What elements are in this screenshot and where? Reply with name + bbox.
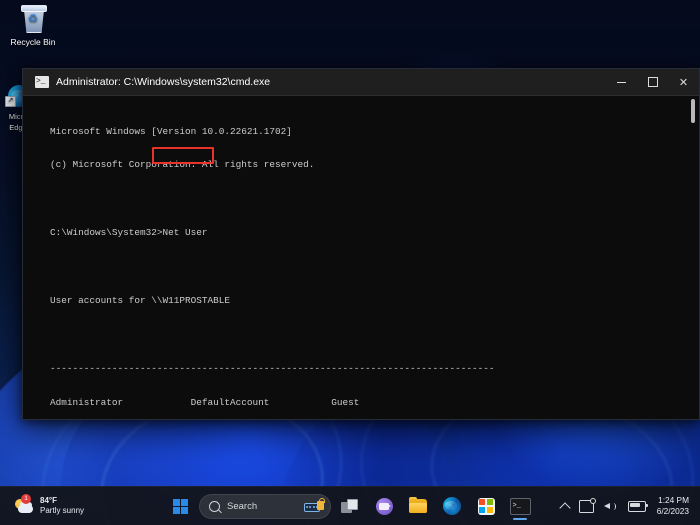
taskbar-app-chat[interactable] (369, 491, 399, 521)
windows-logo-icon (172, 498, 188, 514)
password-lock-icon (304, 497, 325, 512)
maximize-button[interactable] (637, 69, 668, 95)
clock-date: 6/2/2023 (656, 506, 689, 516)
console-line-separator: ----------------------------------------… (50, 362, 495, 374)
taskbar: 1 84°F Partly sunny Search >_ 1:24 PM 6/… (0, 486, 700, 525)
search-icon (209, 500, 220, 512)
clock-time: 1:24 PM (658, 495, 689, 505)
system-tray: 1:24 PM 6/2/2023 (556, 492, 700, 520)
folder-icon (409, 497, 427, 513)
taskbar-app-file-explorer[interactable] (403, 491, 433, 521)
close-button[interactable]: ✕ (668, 69, 699, 95)
battery-icon (627, 500, 648, 512)
taskbar-app-task-view[interactable] (335, 491, 365, 521)
minimize-button[interactable] (606, 69, 637, 95)
console-line-command: C:\Windows\System32>Net User (50, 227, 208, 239)
console-line: (c) Microsoft Corporation. All rights re… (50, 159, 315, 171)
desktop-icon-recycle-bin[interactable]: ♻ Recycle Bin (2, 4, 64, 48)
taskbar-search-box[interactable]: Search (199, 493, 331, 519)
console-line: User accounts for \\W11PROSTABLE (50, 295, 231, 307)
task-view-icon (341, 498, 359, 514)
window-title: Administrator: C:\Windows\system32\cmd.e… (56, 76, 271, 88)
teams-chat-icon (375, 497, 393, 515)
command-prompt-window: Administrator: C:\Windows\system32\cmd.e… (22, 68, 700, 420)
window-controls: ✕ (606, 69, 699, 95)
volume-icon (603, 501, 618, 512)
taskbar-app-edge[interactable] (437, 491, 467, 521)
chevron-up-icon (559, 501, 571, 514)
microsoft-store-icon (477, 497, 495, 515)
window-title-bar[interactable]: Administrator: C:\Windows\system32\cmd.e… (23, 69, 699, 96)
title-bar-left: Administrator: C:\Windows\system32\cmd.e… (23, 75, 606, 88)
tray-battery-button[interactable] (623, 492, 651, 520)
console-line: Administrator DefaultAccount Guest (50, 396, 360, 408)
search-placeholder: Search (227, 500, 258, 512)
scrollbar-thumb[interactable] (691, 99, 695, 123)
console-output-area[interactable]: Microsoft Windows [Version 10.0.22621.17… (23, 96, 699, 419)
edge-icon (443, 497, 461, 515)
taskbar-app-command-prompt[interactable] (505, 491, 535, 521)
console-scrollbar[interactable] (688, 96, 698, 419)
tray-sound-button[interactable] (599, 492, 623, 520)
taskbar-clock[interactable]: 1:24 PM 6/2/2023 (651, 495, 693, 517)
weather-temperature: 84°F (40, 496, 57, 505)
tray-network-button[interactable] (574, 492, 599, 520)
console-line: Microsoft Windows [Version 10.0.22621.17… (50, 125, 292, 137)
desktop-screen: ♻ Recycle Bin ↗ Micro Edge Administrator… (0, 0, 700, 525)
weather-text: 84°F Partly sunny (40, 496, 84, 516)
partly-sunny-icon: 1 (14, 494, 34, 516)
taskbar-weather-widget[interactable]: 1 84°F Partly sunny (10, 494, 88, 518)
taskbar-app-microsoft-store[interactable] (471, 491, 501, 521)
tray-overflow-button[interactable] (556, 492, 574, 520)
cmd-icon (509, 497, 531, 515)
network-icon (578, 497, 596, 513)
cmd-icon (35, 75, 49, 88)
weather-condition: Partly sunny (40, 506, 85, 515)
start-button[interactable] (165, 491, 195, 521)
desktop-icon-label: Recycle Bin (10, 37, 56, 47)
weather-notification-badge: 1 (21, 494, 31, 504)
recycle-bin-icon: ♻ (18, 4, 48, 34)
